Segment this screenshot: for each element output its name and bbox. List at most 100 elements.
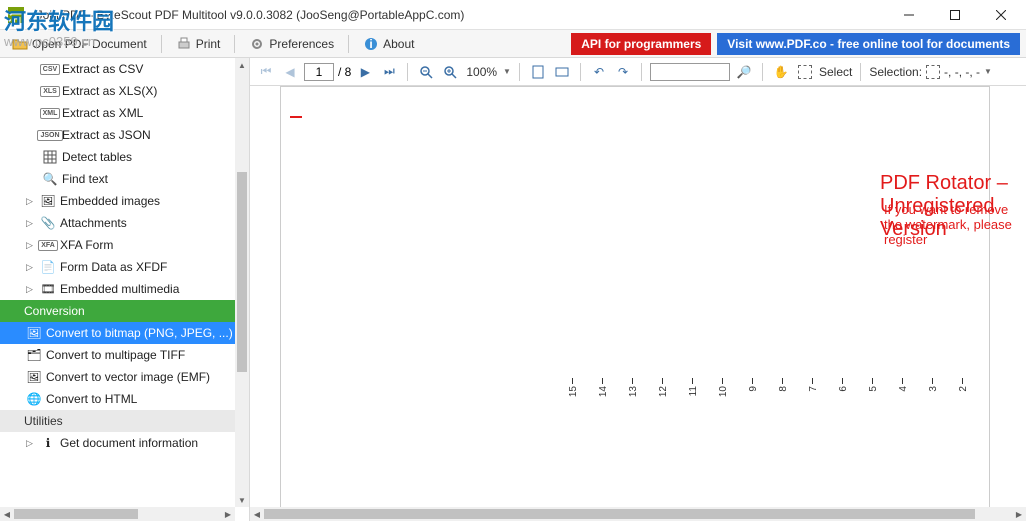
print-label: Print bbox=[196, 37, 221, 51]
ruler-tick: 8 bbox=[778, 386, 789, 392]
ruler-mark bbox=[602, 378, 603, 384]
scroll-down-arrow[interactable]: ▼ bbox=[235, 493, 249, 507]
tree-item-embedded-images[interactable]: ▷🖼Embedded images bbox=[0, 190, 235, 212]
tree-item-detect-tables[interactable]: Detect tables bbox=[0, 146, 235, 168]
prev-page-button[interactable]: ◀ bbox=[280, 62, 300, 82]
zoom-dropdown-arrow[interactable]: ▼ bbox=[503, 67, 511, 76]
fit-page-button[interactable] bbox=[528, 62, 548, 82]
expand-icon[interactable]: ▷ bbox=[26, 196, 36, 207]
select-tool-button[interactable] bbox=[795, 62, 815, 82]
tree-item-extract-json[interactable]: JSONExtract as JSON bbox=[0, 124, 235, 146]
main-panel: ⏮ ◀ / 8 ▶ ⏭ 100% ▼ ↶ ↷ 🔎 ✋ Select Se bbox=[250, 58, 1026, 521]
open-document-menu[interactable]: Open PDF Document bbox=[6, 34, 153, 54]
sidebar-vertical-scrollbar[interactable]: ▲ ▼ bbox=[235, 58, 249, 507]
menubar: Open PDF Document Print Preferences i Ab… bbox=[0, 30, 1026, 58]
ruler-tick: 5 bbox=[868, 386, 879, 392]
rotate-right-button[interactable]: ↷ bbox=[613, 62, 633, 82]
zoom-in-button[interactable] bbox=[440, 62, 460, 82]
tree-item-find-text[interactable]: 🔍Find text bbox=[0, 168, 235, 190]
tree-item-attachments[interactable]: ▷📎Attachments bbox=[0, 212, 235, 234]
preferences-menu[interactable]: Preferences bbox=[243, 34, 340, 54]
ruler-tick: 14 bbox=[598, 386, 609, 397]
hand-tool-button[interactable]: ✋ bbox=[771, 62, 791, 82]
scroll-thumb[interactable] bbox=[264, 509, 975, 519]
scroll-thumb[interactable] bbox=[237, 172, 247, 372]
page-number-input[interactable] bbox=[304, 63, 334, 81]
fit-width-button[interactable] bbox=[552, 62, 572, 82]
find-button[interactable]: 🔎 bbox=[734, 62, 754, 82]
ruler-mark bbox=[932, 378, 933, 384]
maximize-button[interactable] bbox=[932, 0, 978, 30]
tree-item-convert-tiff[interactable]: 🗂Convert to multipage TIFF bbox=[0, 344, 235, 366]
tree-item-xfa-form[interactable]: ▷XFAXFA Form bbox=[0, 234, 235, 256]
bitmap-icon: 🖼 bbox=[26, 325, 42, 341]
tree-item-form-data-xfdf[interactable]: ▷📄Form Data as XFDF bbox=[0, 256, 235, 278]
ruler-mark bbox=[752, 378, 753, 384]
tree-item-extract-xls[interactable]: XLSExtract as XLS(X) bbox=[0, 80, 235, 102]
pdf-viewer[interactable]: PDF Rotator – Unregistered Version If yo… bbox=[250, 86, 1026, 521]
expand-icon[interactable]: ▷ bbox=[26, 218, 36, 229]
pdfco-link[interactable]: Visit www.PDF.co - free online tool for … bbox=[717, 33, 1020, 55]
form-icon: 📄 bbox=[40, 259, 56, 275]
tree-item-document-info[interactable]: ▷ℹGet document information bbox=[0, 432, 235, 454]
tree-header-utilities[interactable]: Utilities bbox=[0, 410, 235, 432]
expand-icon[interactable]: ▷ bbox=[26, 438, 36, 449]
ruler-mark bbox=[812, 378, 813, 384]
separator bbox=[860, 63, 861, 81]
expand-icon[interactable]: ▷ bbox=[26, 262, 36, 273]
last-page-button[interactable]: ⏭ bbox=[379, 62, 399, 82]
tree: CSVExtract as CSV XLSExtract as XLS(X) X… bbox=[0, 58, 235, 456]
ruler-tick: 7 bbox=[808, 386, 819, 392]
selection-box-icon bbox=[926, 65, 940, 79]
close-button[interactable] bbox=[978, 0, 1024, 30]
selection-dropdown-arrow[interactable]: ▼ bbox=[984, 67, 992, 76]
tree-item-convert-html[interactable]: 🌐Convert to HTML bbox=[0, 388, 235, 410]
viewer-horizontal-scrollbar[interactable]: ◀ ▶ bbox=[250, 507, 1026, 521]
separator bbox=[641, 63, 642, 81]
ruler-mark bbox=[692, 378, 693, 384]
app-icon bbox=[8, 7, 24, 23]
api-programmers-link[interactable]: API for programmers bbox=[571, 33, 711, 55]
rotate-left-button[interactable]: ↶ bbox=[589, 62, 609, 82]
vector-icon: 🖼 bbox=[26, 369, 42, 385]
scroll-thumb[interactable] bbox=[14, 509, 138, 519]
ruler-tick: 15 bbox=[568, 386, 579, 397]
zoom-out-button[interactable] bbox=[416, 62, 436, 82]
separator bbox=[234, 35, 235, 53]
ruler-tick: 10 bbox=[718, 386, 729, 397]
tree-header-conversion[interactable]: Conversion bbox=[0, 300, 235, 322]
expand-icon[interactable]: ▷ bbox=[26, 284, 36, 295]
scroll-right-arrow[interactable]: ▶ bbox=[1012, 507, 1026, 521]
minimize-button[interactable] bbox=[886, 0, 932, 30]
separator bbox=[348, 35, 349, 53]
print-menu[interactable]: Print bbox=[170, 34, 227, 54]
ruler-tick: 13 bbox=[628, 386, 639, 397]
search-input[interactable] bbox=[650, 63, 730, 81]
sidebar-horizontal-scrollbar[interactable]: ◀ ▶ bbox=[0, 507, 235, 521]
ruler-mark bbox=[842, 378, 843, 384]
tree-item-convert-bitmap[interactable]: 🖼Convert to bitmap (PNG, JPEG, ...) bbox=[0, 322, 235, 344]
selection-label: Selection: bbox=[869, 65, 922, 79]
tree-item-extract-csv[interactable]: CSVExtract as CSV bbox=[0, 58, 235, 80]
separator bbox=[762, 63, 763, 81]
scroll-left-arrow[interactable]: ◀ bbox=[0, 507, 14, 521]
ruler-mark bbox=[782, 378, 783, 384]
ruler-tick: 12 bbox=[658, 386, 669, 397]
tree-item-extract-xml[interactable]: XMLExtract as XML bbox=[0, 102, 235, 124]
about-menu[interactable]: i About bbox=[357, 34, 420, 54]
ruler-mark bbox=[962, 378, 963, 384]
next-page-button[interactable]: ▶ bbox=[355, 62, 375, 82]
ruler-tick: 3 bbox=[928, 386, 939, 392]
info-icon: ℹ bbox=[40, 435, 56, 451]
scroll-right-arrow[interactable]: ▶ bbox=[221, 507, 235, 521]
tree-item-convert-emf[interactable]: 🖼Convert to vector image (EMF) bbox=[0, 366, 235, 388]
expand-icon[interactable]: ▷ bbox=[26, 240, 36, 251]
scroll-up-arrow[interactable]: ▲ bbox=[235, 58, 249, 72]
first-page-button[interactable]: ⏮ bbox=[256, 62, 276, 82]
ruler-mark bbox=[722, 378, 723, 384]
ruler-tick: 11 bbox=[688, 386, 699, 396]
tree-item-embedded-multimedia[interactable]: ▷🎞Embedded multimedia bbox=[0, 278, 235, 300]
scroll-left-arrow[interactable]: ◀ bbox=[250, 507, 264, 521]
svg-text:i: i bbox=[369, 37, 372, 51]
preferences-label: Preferences bbox=[269, 37, 334, 51]
